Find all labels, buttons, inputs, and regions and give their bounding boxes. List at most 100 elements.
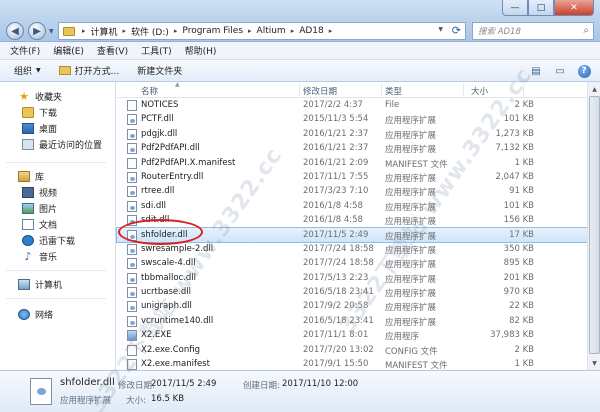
file-type: 应用程序扩展 [385,173,437,184]
file-date: 2017/11/5 2:49 [303,229,369,240]
help-button[interactable]: ? [576,64,592,78]
nav-favorites[interactable]: ★ 收藏夹 [18,90,62,103]
nav-libraries-label: 库 [35,173,45,183]
column-divider[interactable] [299,84,300,96]
nav-item-desktop[interactable]: 桌面 [22,122,57,135]
search-icon[interactable]: ⌕ [583,25,589,36]
breadcrumb-altium[interactable]: Altium [257,26,286,36]
file-size: 17 KB [509,229,534,240]
file-row[interactable]: swscale-4.dll 2017/7/24 18:58 应用程序扩展 895… [117,256,600,270]
menu-view[interactable]: 查看(V) [97,44,128,57]
scroll-up-icon[interactable]: ▲ [589,83,600,95]
file-size: 1 KB [514,157,534,168]
file-row[interactable]: NOTICES 2017/2/2 4:37 File 2 KB [117,98,600,112]
nav-network[interactable]: 网络 [18,308,53,321]
nav-item-music[interactable]: ♪ 音乐 [22,250,57,263]
file-date: 2017/7/24 18:58 [303,243,374,254]
breadcrumb-drive[interactable]: 软件 (D:) [131,25,169,38]
file-row[interactable]: Pdf2PdfAPI.X.manifest 2016/1/21 2:09 MAN… [117,156,600,170]
file-name: pdgjk.dll [141,128,178,139]
nav-computer[interactable]: 计算机 [18,278,62,291]
column-date[interactable]: 修改日期 [303,85,337,97]
nav-item-label: 下载 [39,109,58,119]
file-row[interactable]: Pdf2PdfAPI.dll 2016/1/21 2:37 应用程序扩展 7,1… [117,141,600,155]
highlight-ellipse [118,219,203,245]
txt-file-icon [127,100,137,111]
file-size: 201 KB [503,272,534,283]
open-with-button[interactable]: 打开方式... [58,64,119,77]
nav-item-downloads[interactable]: 下载 [22,106,57,119]
breadcrumb-computer[interactable]: 计算机 [91,25,118,38]
file-date: 2016/1/21 2:09 [303,157,369,168]
file-size: 91 KB [509,186,534,197]
scrollbar-thumb[interactable] [589,96,600,354]
file-row[interactable]: unigraph.dll 2017/9/2 20:58 应用程序扩展 22 KB [117,299,600,313]
column-header: ▲ 名称 修改日期 类型 大小 [117,81,600,98]
file-size: 22 KB [509,301,534,312]
file-type: 应用程序扩展 [385,217,437,228]
file-type: 应用程序 [385,332,420,343]
column-size[interactable]: 大小 [471,85,488,97]
column-divider[interactable] [381,84,382,96]
back-arrow-icon[interactable]: ◀ [6,22,24,40]
recent-pages-chevron-icon[interactable]: ▼ [49,28,54,35]
file-row[interactable]: X2.exe.Config 2017/7/20 13:02 CONFIG 文件 … [117,343,600,357]
menu-tools[interactable]: 工具(T) [141,44,172,57]
file-row[interactable]: rtree.dll 2017/3/23 7:10 应用程序扩展 91 KB [117,184,600,198]
dll-file-icon [127,301,137,313]
file-row[interactable]: vcruntime140.dll 2016/5/18 23:41 应用程序扩展 … [117,314,600,328]
nav-libraries[interactable]: 库 [18,170,44,183]
file-date: 2016/5/18 23:41 [303,315,374,326]
column-divider[interactable] [523,84,524,96]
close-button[interactable]: ✕ [554,0,594,16]
search-input[interactable]: 搜索 AD18 ⌕ [472,22,594,40]
minimize-button[interactable]: — [502,0,528,16]
file-type: 应用程序扩展 [385,303,437,314]
nav-item-pictures[interactable]: 图片 [22,202,57,215]
dll-file-icon [30,378,52,405]
txt-file-icon [127,344,137,356]
file-row[interactable]: RouterEntry.dll 2017/11/1 7:55 应用程序扩展 2,… [117,170,600,184]
file-row[interactable]: swresample-2.dll 2017/7/24 18:58 应用程序扩展 … [117,242,600,256]
file-row[interactable]: tbbmalloc.dll 2017/5/13 2:23 应用程序扩展 201 … [117,271,600,285]
dll-file-icon [127,287,137,299]
change-view-icon[interactable]: ▤ [528,64,544,78]
column-divider[interactable] [463,84,464,96]
nav-item-thunder-downloads[interactable]: 迅雷下载 [22,234,75,247]
maximize-button[interactable]: □ [528,0,554,16]
column-name[interactable]: 名称 [141,85,158,97]
address-dropdown-chevron-icon[interactable]: ▼ [438,26,443,33]
breadcrumb-ad18[interactable]: AD18 [299,26,324,36]
file-row[interactable]: sdi.dll 2016/1/8 4:58 应用程序扩展 101 KB [117,199,600,213]
file-row[interactable]: X2.EXE 2017/11/1 8:01 应用程序 37,983 KB [117,328,600,342]
search-placeholder: 搜索 AD18 [478,27,521,37]
window-title: AD18 AD18 [180,2,227,11]
vertical-scrollbar[interactable]: ▲ ▼ [587,82,600,370]
refresh-icon[interactable]: ⟳ [452,24,461,37]
breadcrumb-program-files[interactable]: Program Files [182,26,243,36]
open-folder-icon [58,66,71,75]
scroll-down-icon[interactable]: ▼ [589,357,600,369]
menu-help[interactable]: 帮助(H) [185,44,217,57]
forward-arrow-icon[interactable]: ▶ [28,22,46,40]
column-type[interactable]: 类型 [385,85,402,97]
organize-label: 组织 [14,67,33,77]
file-row[interactable]: PCTF.dll 2015/11/3 5:54 应用程序扩展 101 KB [117,112,600,126]
menu-edit[interactable]: 编辑(E) [53,44,84,57]
file-date: 2016/1/21 2:37 [303,128,369,139]
preview-pane-icon[interactable]: ▭ [552,64,568,78]
menu-file[interactable]: 文件(F) [10,44,40,57]
file-row[interactable]: ucrtbase.dll 2016/5/18 23:41 应用程序扩展 970 … [117,285,600,299]
navigation-pane: ★ 收藏夹 下载 桌面 最近访问的位置 库 视频 图片 文档 迅雷下载 ♪ 音乐 [0,82,116,370]
new-folder-button[interactable]: 新建文件夹 [137,64,182,77]
file-name: rtree.dll [141,186,175,197]
file-row[interactable]: pdgjk.dll 2016/1/21 2:37 应用程序扩展 1,273 KB [117,127,600,141]
address-bar[interactable]: ▸ 计算机 ▸ 软件 (D:) ▸ Program Files ▸ Altium… [58,22,466,40]
file-name: swscale-4.dll [141,258,196,269]
nav-item-videos[interactable]: 视频 [22,186,57,199]
title-bar: AD18 AD18 — □ ✕ ◀ ▶ ▼ ▸ 计算机 ▸ 软件 (D:) ▸ … [0,0,600,42]
nav-item-recent[interactable]: 最近访问的位置 [22,138,102,151]
nav-item-documents[interactable]: 文档 [22,218,57,231]
organize-button[interactable]: 组织 ▼ [14,64,41,77]
details-pane: shfolder.dll 应用程序扩展 修改日期: 2017/11/5 2:49… [0,370,600,412]
